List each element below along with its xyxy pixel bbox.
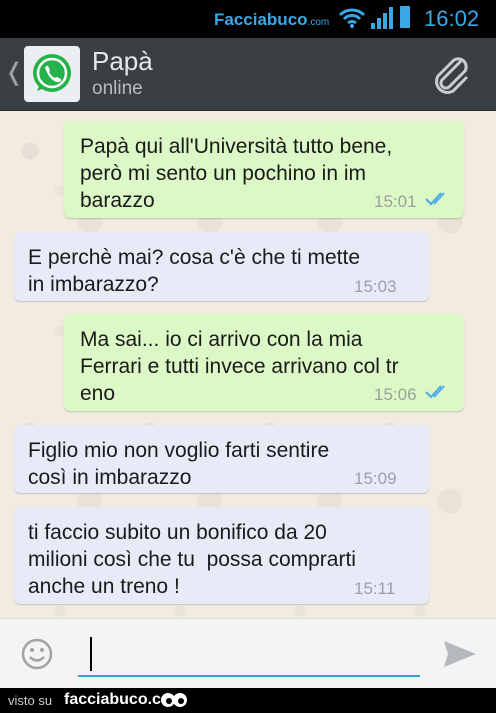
status-time: 16:02 <box>424 6 480 31</box>
message-text: Papà qui all'Università tutto bene, però… <box>80 135 393 212</box>
chat-header[interactable]: ❬ Papà online <box>0 38 496 111</box>
message-time: 15:09 <box>354 469 397 488</box>
wifi-icon <box>338 8 366 28</box>
message-text: E perchè mai? cosa c'è che ti mette in i… <box>28 246 361 296</box>
chat-area[interactable]: Papà qui all'Università tutto bene, però… <box>0 111 496 618</box>
signal-icon <box>371 7 393 29</box>
watermark-text: Facciabuco <box>214 10 308 29</box>
contact-name: Papà <box>92 46 153 76</box>
watermark-footer: visto su facciabuco.com <box>0 688 496 713</box>
send-icon[interactable] <box>442 639 478 669</box>
message-text: Figlio mio non voglio farti sentire così… <box>28 439 330 489</box>
message-text: Ma sai... io ci arrivo con la mia Ferrar… <box>80 328 399 405</box>
message-time: 15:01 <box>374 192 417 211</box>
message-text: ti faccio subito un bonifico da 20 milio… <box>28 521 356 598</box>
avatar[interactable] <box>24 46 80 102</box>
message-time: 15:11 <box>354 579 396 598</box>
message-input[interactable] <box>78 635 420 677</box>
message-time: 15:03 <box>354 277 397 296</box>
status-bar: Facciabuco.com 16:02 <box>0 0 496 38</box>
message-bubble-incoming[interactable]: E perchè mai? cosa c'è che ti mette in i… <box>14 232 429 301</box>
whatsapp-logo-icon <box>33 54 71 92</box>
read-ticks-icon <box>425 385 445 399</box>
watermark-suffix: .com <box>307 17 330 28</box>
battery-icon <box>400 6 410 28</box>
footer-prefix: visto su <box>8 693 53 708</box>
smiley-icon[interactable] <box>20 637 54 671</box>
message-time: 15:06 <box>374 385 417 404</box>
message-bubble-incoming[interactable]: ti faccio subito un bonifico da 20 milio… <box>14 507 429 604</box>
paperclip-icon[interactable] <box>430 54 474 98</box>
message-bubble-outgoing[interactable]: Papà qui all'Università tutto bene, però… <box>64 121 464 218</box>
back-icon[interactable]: ❬ <box>4 58 24 87</box>
compose-bar <box>0 618 496 689</box>
message-bubble-outgoing[interactable]: Ma sai... io ci arrivo con la mia Ferrar… <box>64 314 464 411</box>
text-cursor <box>90 637 92 671</box>
status-watermark: Facciabuco.com <box>214 10 329 30</box>
message-bubble-incoming[interactable]: Figlio mio non voglio farti sentire così… <box>14 425 429 493</box>
eyes-logo-icon <box>161 693 187 707</box>
contact-status: online <box>92 78 143 99</box>
read-ticks-icon <box>425 192 445 206</box>
